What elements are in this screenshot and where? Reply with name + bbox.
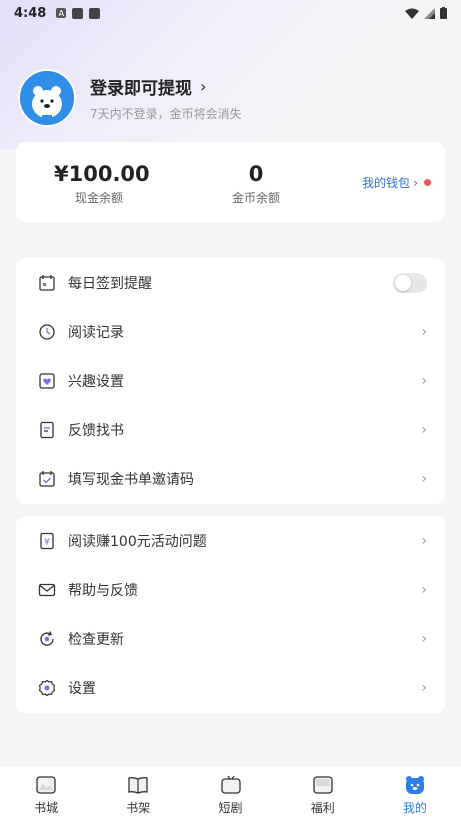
cash-value: ¥100.00: [54, 162, 150, 186]
gold-label: 金币余额: [231, 191, 280, 205]
menu-item-daily-checkin-reminder[interactable]: 每日签到提醒: [16, 258, 445, 307]
chevron-right-icon: ›: [421, 630, 427, 647]
menu-item-help-feedback[interactable]: 帮助与反馈 ›: [16, 565, 445, 614]
menu-item-settings[interactable]: 设置 ›: [16, 663, 445, 712]
my-wallet-label: 我的钱包: [362, 176, 411, 190]
wallet-card: ¥100.00 现金余额 0 金币余额 我的钱包 ›: [16, 142, 445, 222]
menu-item-label: 阅读赚100元活动问题: [68, 533, 207, 550]
menu-item-interest-settings[interactable]: 兴趣设置 ›: [16, 356, 445, 405]
calendar-icon: [38, 274, 56, 292]
gear-icon: [38, 679, 56, 697]
notification-dot: [424, 179, 431, 186]
checkin-reminder-toggle[interactable]: [393, 272, 427, 293]
gift-icon: [313, 776, 333, 794]
profile-bear-icon: [405, 776, 424, 794]
menu-item-label: 填写现金书单邀请码: [68, 471, 194, 488]
menu-item-feedback-find-book[interactable]: 反馈找书 ›: [16, 405, 445, 454]
chevron-right-icon: ›: [421, 679, 427, 696]
status-time: 4:48: [14, 5, 47, 21]
bookshelf-icon: [128, 777, 148, 794]
menu-group-2: ¥ 阅读赚100元活动问题 › 帮助与反馈 › 检查更新 › 设置 ›: [16, 516, 445, 713]
tab-welfare[interactable]: 福利: [277, 766, 369, 819]
tab-label: 短剧: [218, 801, 243, 815]
wifi-icon: [405, 8, 419, 19]
bear-avatar-icon: [20, 71, 74, 125]
menu-item-label: 帮助与反馈: [68, 582, 138, 599]
status-bar: 4:48 A: [0, 0, 461, 26]
bookstore-icon: [36, 776, 56, 794]
check-calendar-icon: [38, 470, 56, 488]
menu-item-reading-activity-faq[interactable]: ¥ 阅读赚100元活动问题 ›: [16, 516, 445, 565]
notification-icon: [89, 7, 101, 19]
chevron-right-icon: ›: [421, 532, 427, 549]
bottom-tab-bar: 书城 书架 短剧 福利 我的: [0, 765, 461, 819]
notification-icon: [72, 7, 84, 19]
tab-label: 我的: [402, 801, 427, 815]
tab-bookstore[interactable]: 书城: [0, 766, 92, 819]
clock-icon: [38, 323, 56, 341]
battery-icon: [440, 7, 447, 19]
tab-short-drama[interactable]: 短剧: [184, 766, 276, 819]
chevron-right-icon: ›: [421, 372, 427, 389]
cash-label: 现金余额: [74, 191, 123, 205]
signal-icon: [424, 7, 435, 19]
document-icon: [38, 421, 56, 439]
chevron-right-icon: ›: [200, 77, 207, 96]
chevron-right-icon: ›: [421, 421, 427, 438]
cash-balance[interactable]: ¥100.00 现金余额: [54, 162, 150, 206]
chevron-right-icon: ›: [421, 470, 427, 487]
my-wallet-link[interactable]: 我的钱包 ›: [362, 174, 431, 191]
svg-text:¥: ¥: [44, 537, 50, 547]
menu-group-1: 每日签到提醒 阅读记录 › 兴趣设置 › 反馈找书 › 填写现金书单邀请码 ›: [16, 258, 445, 504]
chevron-right-icon: ›: [413, 175, 418, 190]
menu-item-reading-history[interactable]: 阅读记录 ›: [16, 307, 445, 356]
menu-item-invite-code[interactable]: 填写现金书单邀请码 ›: [16, 454, 445, 503]
menu-item-label: 阅读记录: [68, 324, 124, 341]
notification-a-icon: A: [56, 8, 67, 18]
tab-mine[interactable]: 我的: [369, 766, 461, 819]
menu-item-label: 每日签到提醒: [68, 275, 152, 292]
avatar[interactable]: [18, 69, 76, 127]
chevron-right-icon: ›: [421, 323, 427, 340]
menu-item-label: 检查更新: [68, 631, 124, 648]
yuan-icon: ¥: [38, 532, 56, 550]
menu-item-check-update[interactable]: 检查更新 ›: [16, 614, 445, 663]
gold-value: 0: [248, 162, 264, 186]
tab-label: 书架: [126, 801, 151, 815]
profile-header[interactable]: 登录即可提现 › 7天内不登录，金币将会消失: [18, 68, 448, 128]
tab-label: 福利: [310, 801, 335, 815]
refresh-icon: [38, 630, 56, 648]
menu-item-label: 反馈找书: [68, 422, 124, 439]
login-subtitle: 7天内不登录，金币将会消失: [90, 107, 242, 121]
mail-icon: [38, 581, 56, 599]
tv-icon: [220, 775, 241, 794]
menu-item-label: 设置: [68, 680, 96, 697]
login-prompt[interactable]: 登录即可提现: [90, 74, 192, 99]
gold-balance[interactable]: 0 金币余额: [211, 162, 301, 206]
tab-bookshelf[interactable]: 书架: [92, 766, 184, 819]
tab-label: 书城: [34, 801, 59, 815]
chevron-right-icon: ›: [421, 581, 427, 598]
menu-item-label: 兴趣设置: [68, 373, 124, 390]
heart-icon: [38, 372, 56, 390]
